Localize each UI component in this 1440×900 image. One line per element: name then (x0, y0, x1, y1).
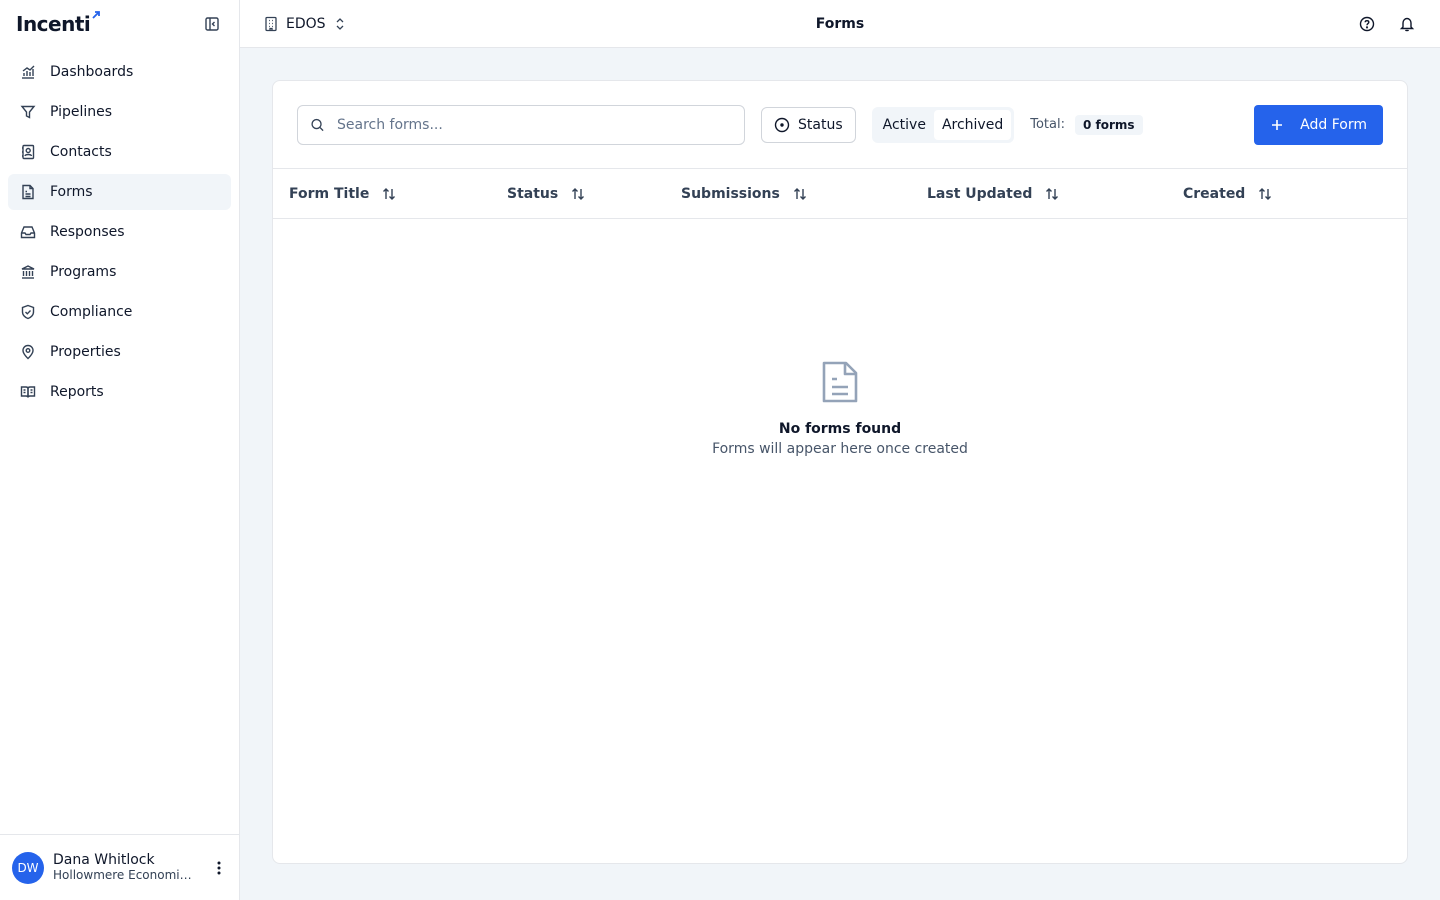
building-icon (265, 16, 277, 31)
sidebar-item-label: Dashboards (50, 64, 134, 80)
empty-subtitle: Forms will appear here once created (712, 441, 968, 457)
sort-icon (793, 187, 806, 200)
column-form-title[interactable]: Form Title (289, 186, 397, 202)
user-profile[interactable]: DW Dana Whitlock Hollowmere Economic Dev… (0, 834, 239, 900)
total-badge: 0 forms (1074, 114, 1143, 135)
add-form-label: Add Form (1300, 116, 1367, 133)
sidebar-item-contacts[interactable]: Contacts (8, 134, 231, 170)
filter-icon (20, 105, 36, 119)
column-label: Last Updated (927, 185, 1033, 202)
sidebar-nav: Dashboards Pipelines Contacts Forms Resp… (0, 48, 239, 416)
column-label: Status (507, 185, 559, 202)
book-icon (20, 386, 36, 398)
org-name: EDOS (286, 15, 326, 32)
sidebar: Incenti Dashboards Pipelines Contacts Fo… (0, 0, 240, 900)
logo-text: Incenti (16, 12, 91, 36)
sidebar-collapse-button[interactable] (201, 13, 223, 35)
search-box (297, 104, 745, 145)
total-label: Total: (1030, 117, 1065, 132)
user-menu-button[interactable] (211, 861, 227, 875)
org-switcher[interactable]: EDOS (264, 16, 346, 32)
sidebar-item-pipelines[interactable]: Pipelines (8, 94, 231, 130)
sidebar-item-reports[interactable]: Reports (8, 374, 231, 410)
sidebar-item-label: Programs (50, 264, 117, 280)
main: EDOS Forms Search forms... Status Active… (240, 0, 1440, 900)
app: Incenti Dashboards Pipelines Contacts Fo… (0, 0, 1440, 900)
forms-card: Status Active Archived Total: 0 forms Ad… (272, 80, 1408, 864)
logo-arrow-icon (92, 11, 101, 19)
sidebar-item-properties[interactable]: Properties (8, 334, 231, 370)
column-status[interactable]: Status (507, 186, 586, 202)
sidebar-item-label: Forms (50, 184, 93, 200)
sort-icon (383, 187, 396, 200)
shield-check-icon (21, 304, 35, 320)
sort-icon (1259, 187, 1272, 200)
document-icon (22, 184, 34, 200)
chevrons-up-down-icon (336, 17, 344, 30)
circle-dot-icon (774, 117, 790, 132)
help-button[interactable] (1358, 15, 1376, 33)
bell-icon (1399, 17, 1415, 31)
user-org: Hollowmere Economic Development (53, 868, 193, 882)
total-count: Total: 0 forms (1030, 114, 1143, 135)
table-header: Form Title Status Submissions Last Updat… (273, 169, 1407, 219)
inbox-icon (20, 226, 36, 239)
sidebar-item-label: Contacts (50, 144, 112, 160)
search-input[interactable] (336, 116, 732, 133)
user-name: Dana Whitlock (53, 852, 155, 868)
page-title: Forms (815, 15, 865, 32)
more-vertical-icon (217, 861, 221, 874)
sidebar-item-compliance[interactable]: Compliance (8, 294, 231, 330)
topbar: EDOS Forms (240, 0, 1440, 48)
column-last-updated[interactable]: Last Updated (927, 186, 1060, 202)
status-filter-button[interactable]: Status (761, 106, 856, 143)
user-info: Dana Whitlock Hollowmere Economic Develo… (53, 852, 202, 883)
sidebar-item-forms[interactable]: Forms (8, 174, 231, 210)
sort-icon (572, 187, 585, 200)
empty-title: No forms found (778, 421, 902, 437)
search-icon (311, 118, 324, 131)
sort-icon (1046, 187, 1059, 200)
panel-left-icon (205, 17, 219, 31)
map-pin-icon (22, 344, 34, 360)
sidebar-item-label: Compliance (50, 304, 133, 320)
content: Status Active Archived Total: 0 forms Ad… (240, 48, 1440, 900)
status-filter-label: Status (798, 116, 843, 133)
sidebar-item-label: Responses (50, 224, 125, 240)
column-created[interactable]: Created (1183, 186, 1273, 202)
archive-toggle: Active Archived (871, 106, 1015, 143)
tab-active[interactable]: Active (875, 110, 934, 140)
add-form-button[interactable]: Add Form (1254, 104, 1383, 145)
logo[interactable]: Incenti (16, 11, 101, 36)
brand-header: Incenti (0, 0, 239, 48)
sidebar-item-responses[interactable]: Responses (8, 214, 231, 250)
sidebar-item-label: Properties (50, 344, 121, 360)
column-submissions[interactable]: Submissions (681, 186, 808, 202)
toolbar: Status Active Archived Total: 0 forms Ad… (273, 81, 1407, 169)
column-label: Submissions (681, 185, 780, 202)
sidebar-item-dashboards[interactable]: Dashboards (8, 54, 231, 90)
sidebar-item-label: Pipelines (50, 104, 113, 120)
sidebar-item-programs[interactable]: Programs (8, 254, 231, 290)
top-actions (1358, 15, 1416, 33)
plus-icon (1272, 119, 1283, 130)
empty-state: No forms found Forms will appear here on… (273, 219, 1407, 863)
tab-archived[interactable]: Archived (933, 109, 1012, 140)
column-label: Form Title (289, 185, 370, 202)
avatar: DW (12, 851, 44, 884)
landmark-icon (21, 265, 35, 279)
contact-book-icon (22, 144, 35, 160)
column-label: Created (1183, 185, 1246, 202)
chart-icon (22, 65, 35, 79)
help-circle-icon (1359, 16, 1375, 31)
notifications-button[interactable] (1398, 15, 1416, 33)
sidebar-item-label: Reports (50, 384, 104, 400)
file-text-icon (822, 361, 858, 403)
